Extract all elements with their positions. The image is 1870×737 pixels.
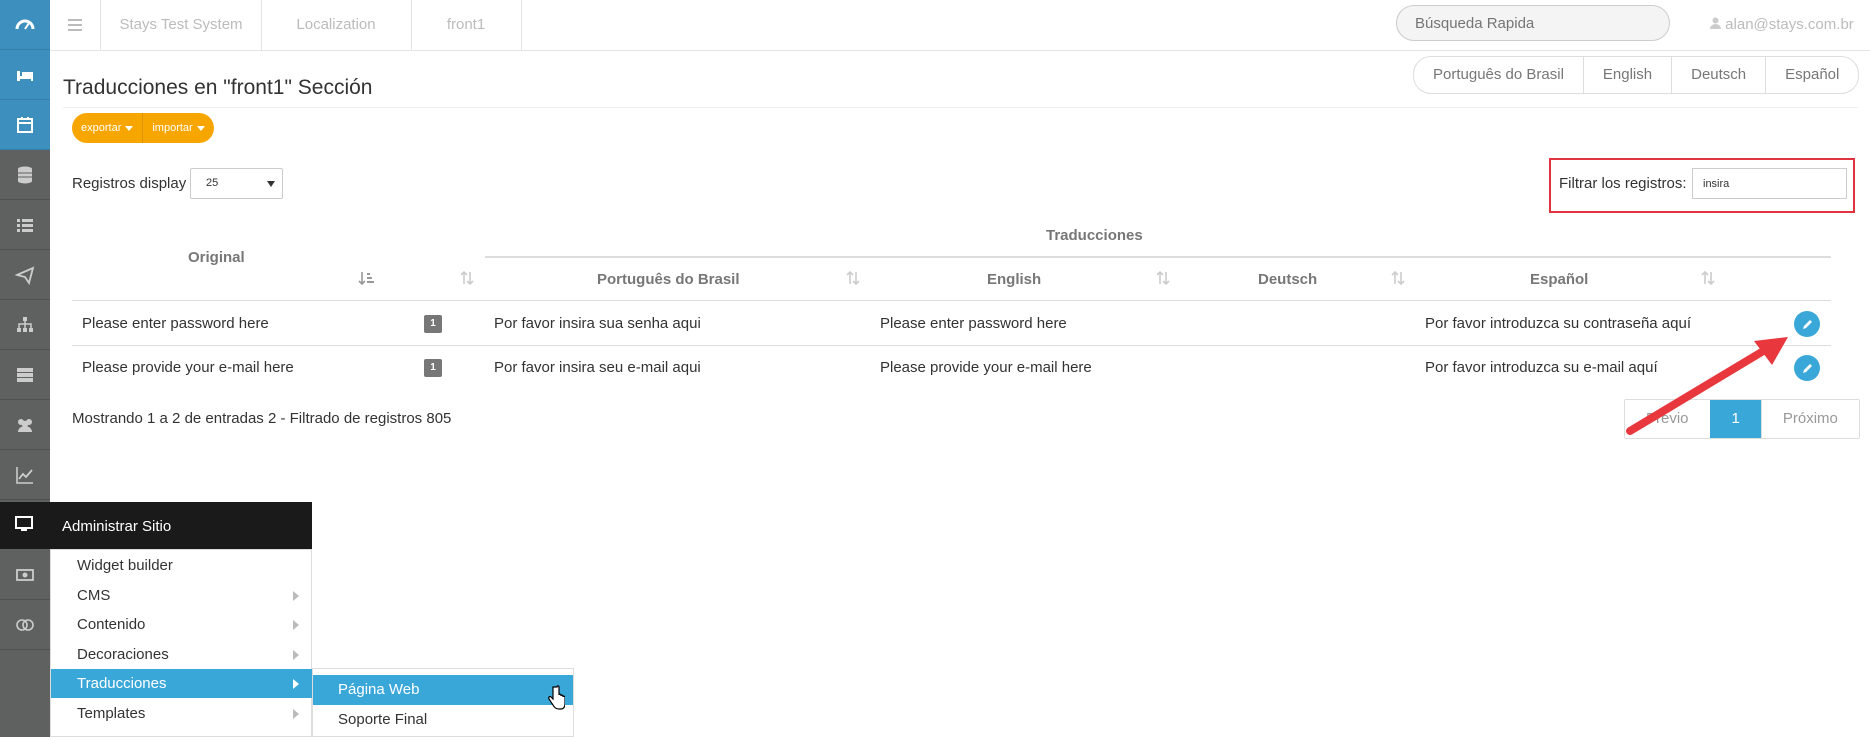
records-display-select[interactable]: 25 [190, 168, 283, 199]
quick-search-input[interactable] [1396, 5, 1670, 41]
export-button[interactable]: exportar [72, 113, 142, 143]
bed-icon[interactable] [0, 50, 50, 100]
sort-icon[interactable] [1390, 270, 1406, 286]
language-tabs: Português do Brasil English Deutsch Espa… [1413, 56, 1860, 94]
user-icon [1710, 17, 1721, 29]
menu-item-widget-builder[interactable]: Widget builder [51, 551, 313, 580]
paper-plane-icon[interactable] [0, 250, 50, 300]
header-rule [72, 300, 1831, 301]
cell-original: Please provide your e-mail here [82, 359, 294, 376]
menu-item-cms[interactable]: CMS [51, 581, 313, 610]
tab-espanol[interactable]: Español [1765, 57, 1858, 93]
menu-item-label: CMS [77, 587, 111, 604]
submenu-item-label: Página Web [338, 681, 420, 698]
calendar-icon[interactable] [0, 100, 50, 150]
submenu-item-pagina-web[interactable]: Página Web [313, 675, 573, 705]
sort-icon[interactable] [845, 270, 861, 286]
list-icon[interactable] [0, 200, 50, 250]
breadcrumb-front1[interactable]: front1 [411, 0, 522, 50]
caret-down-icon [125, 125, 134, 131]
divider [63, 107, 1858, 108]
col-english[interactable]: English [987, 271, 1041, 288]
pencil-icon [1802, 363, 1812, 373]
import-label: importar [152, 122, 193, 134]
page-title: Traducciones en "front1" Sección [63, 76, 373, 99]
admin-site-label: Administrar Sitio [62, 518, 172, 535]
chevron-right-icon [293, 620, 299, 630]
dropdown-arrow-icon [267, 181, 275, 187]
sort-icon[interactable] [459, 270, 475, 286]
chevron-right-icon [293, 591, 299, 601]
tab-english[interactable]: English [1582, 57, 1671, 93]
hand-cursor-icon [548, 685, 565, 710]
col-espanol[interactable]: Español [1530, 271, 1588, 288]
breadcrumb-system[interactable]: Stays Test System [101, 0, 262, 50]
col-original[interactable]: Original [188, 249, 245, 266]
col-portuguese[interactable]: Português do Brasil [597, 271, 740, 288]
users-icon[interactable] [0, 400, 50, 450]
menu-item-label: Contenido [77, 616, 146, 633]
rings-icon[interactable] [0, 600, 50, 650]
count-badge: 1 [424, 315, 442, 333]
breadcrumb-localization[interactable]: Localization [261, 0, 412, 50]
records-display-value: 25 [206, 177, 219, 189]
cell-original: Please enter password here [82, 315, 269, 332]
menu-item-templates[interactable]: Templates [51, 699, 313, 728]
sort-icon[interactable] [1155, 270, 1171, 286]
menu-item-decoraciones[interactable]: Decoraciones [51, 640, 313, 669]
filter-label: Filtrar los registros: [1559, 175, 1687, 192]
export-import-group: exportar importar [72, 113, 214, 143]
database-icon[interactable] [0, 150, 50, 200]
monitor-icon [15, 516, 33, 531]
menu-toggle-icon[interactable] [50, 0, 101, 50]
dashboard-icon[interactable] [0, 0, 50, 50]
menu-item-label: Templates [77, 705, 146, 722]
row-divider [72, 345, 1831, 346]
sort-icon[interactable] [1700, 270, 1716, 286]
sidebar [0, 0, 50, 737]
group-header-rule [485, 256, 1831, 258]
chevron-right-icon [293, 709, 299, 719]
tab-portuguese[interactable]: Português do Brasil [1414, 57, 1583, 93]
menu-item-label: Traducciones [77, 675, 167, 692]
sort-asc-icon[interactable] [358, 270, 374, 286]
submenu-item-soporte-final[interactable]: Soporte Final [313, 705, 573, 735]
caret-down-icon [196, 125, 205, 131]
sitemap-icon[interactable] [0, 300, 50, 350]
money-icon[interactable] [0, 550, 50, 600]
admin-site-menu: Widget builder CMS Contenido Decoracione… [50, 549, 313, 737]
top-bar: Stays Test System Localization front1 al… [50, 0, 1870, 51]
menu-item-label: Widget builder [77, 557, 173, 574]
translations-group-header: Traducciones [1046, 227, 1143, 244]
traducciones-submenu: Página Web Soporte Final [312, 668, 574, 737]
cell-english: Please provide your e-mail here [880, 359, 1092, 376]
filter-input[interactable] [1692, 168, 1847, 199]
table-info: Mostrando 1 a 2 de entradas 2 - Filtrado… [72, 410, 452, 427]
records-display-label: Registros display [72, 175, 187, 192]
export-label: exportar [81, 122, 122, 134]
submenu-item-label: Soporte Final [338, 711, 428, 728]
pencil-icon [1802, 319, 1812, 329]
menu-item-contenido[interactable]: Contenido [51, 610, 313, 639]
server-icon[interactable] [0, 350, 50, 400]
count-badge: 1 [424, 359, 442, 377]
tab-deutsch[interactable]: Deutsch [1671, 57, 1765, 93]
menu-item-label: Decoraciones [77, 646, 169, 663]
menu-item-traducciones[interactable]: Traducciones [51, 669, 313, 698]
chart-icon[interactable] [0, 450, 50, 500]
user-email: alan@stays.com.br [1725, 16, 1854, 33]
chevron-right-icon [293, 650, 299, 660]
admin-site-menu-header[interactable]: Administrar Sitio [0, 502, 312, 549]
user-menu[interactable]: alan@stays.com.br [1710, 0, 1854, 50]
import-button[interactable]: importar [142, 113, 213, 143]
cell-english: Please enter password here [880, 315, 1067, 332]
annotation-arrow [1626, 337, 1788, 435]
cell-portuguese: Por favor insira sua senha aqui [494, 315, 701, 332]
col-deutsch[interactable]: Deutsch [1258, 271, 1317, 288]
chevron-right-icon [293, 679, 299, 689]
cell-portuguese: Por favor insira seu e-mail aqui [494, 359, 701, 376]
